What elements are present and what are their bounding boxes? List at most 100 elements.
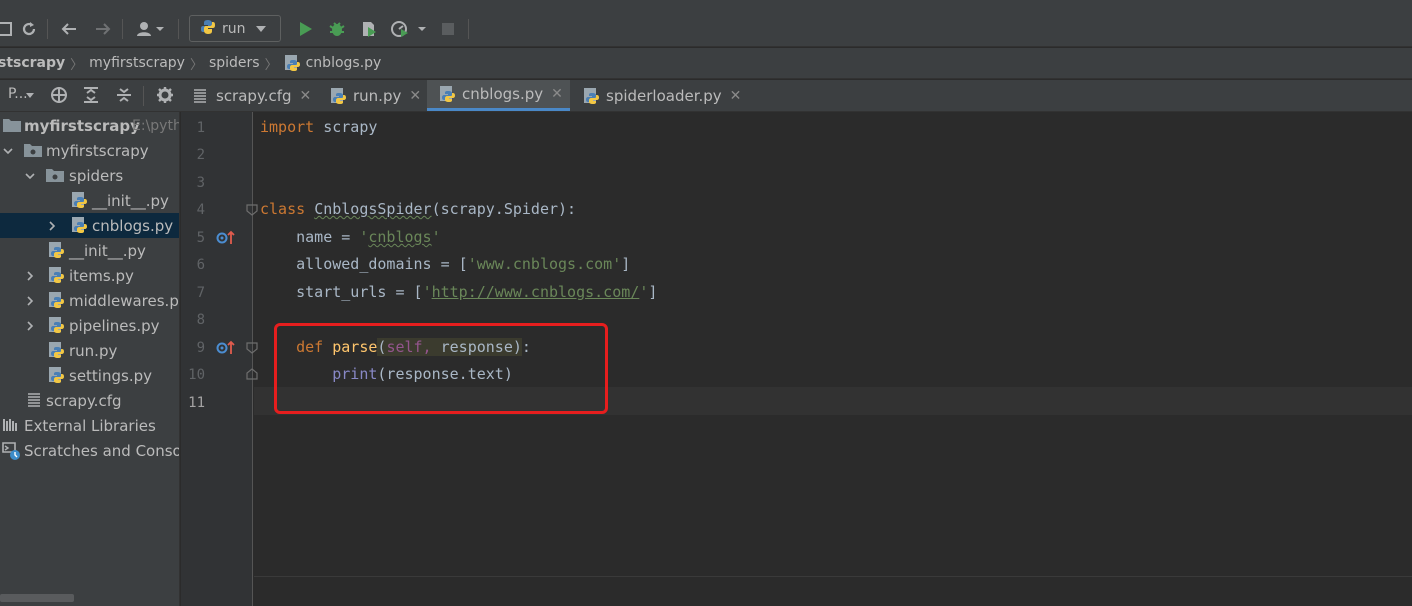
chevron-right-icon[interactable] <box>24 320 36 332</box>
fold-end-icon[interactable] <box>246 368 258 384</box>
tree-item-label: External Libraries <box>24 416 156 435</box>
code-line-5: name = 'cnblogs' <box>260 228 441 246</box>
tree-item-settings[interactable]: settings.py <box>0 363 179 388</box>
back-icon[interactable] <box>58 18 80 40</box>
line-number: 2 <box>196 147 205 163</box>
tree-item-root[interactable]: myfirstscrapy E:\pyth <box>0 113 180 138</box>
debug-icon[interactable] <box>326 18 348 40</box>
line-number: 8 <box>196 312 205 328</box>
gear-icon[interactable] <box>156 86 174 108</box>
code-line-7: start_urls = ['http://www.cnblogs.com/'] <box>260 283 658 301</box>
tree-root-label: myfirstscrapy <box>24 116 140 135</box>
line-number: 11 <box>188 395 205 411</box>
tab-cnblogs-py[interactable]: cnblogs.py ✕ <box>427 80 570 111</box>
toolbar-separator <box>122 19 123 39</box>
tab-scrapy-cfg[interactable]: scrapy.cfg ✕ <box>181 80 317 111</box>
editor-gutter: 1 2 3 4 5 6 7 8 9 10 11 <box>181 112 258 576</box>
tab-spiderloader-py[interactable]: spiderloader.py ✕ <box>571 80 749 111</box>
refresh-icon[interactable] <box>18 18 40 40</box>
tree-item-middlewares[interactable]: middlewares.py <box>0 288 180 313</box>
python-file-icon <box>48 316 66 334</box>
collapse-all-icon[interactable] <box>115 86 133 108</box>
chevron-right-icon[interactable] <box>24 295 36 307</box>
code-line-6: allowed_domains = ['www.cnblogs.com'] <box>260 255 631 273</box>
tree-root-path: E:\pyth <box>132 117 180 134</box>
line-number: 1 <box>196 120 205 136</box>
chevron-right-icon[interactable] <box>24 270 36 282</box>
python-file-icon <box>48 266 66 284</box>
breadcrumb-item-folder[interactable]: spiders <box>209 55 260 71</box>
toolbar-separator <box>468 19 469 39</box>
tree-item-spiders[interactable]: spiders <box>0 163 179 188</box>
chevron-right-icon: 〉 <box>189 57 203 73</box>
package-folder-icon <box>46 167 64 185</box>
tree-item-external-libraries[interactable]: External Libraries <box>0 413 179 438</box>
forward-icon[interactable] <box>92 18 114 40</box>
tree-item-cnblogs[interactable]: cnblogs.py <box>0 213 179 238</box>
fold-icon[interactable] <box>246 204 258 220</box>
horizontal-scrollbar[interactable] <box>0 594 74 602</box>
tab-label: run.py <box>353 86 402 105</box>
chevron-down-icon[interactable] <box>24 170 36 182</box>
run-icon[interactable] <box>294 18 316 40</box>
tree-item-items[interactable]: items.py <box>0 263 179 288</box>
scratch-icon <box>2 441 20 460</box>
tab-label: scrapy.cfg <box>216 86 292 105</box>
editor-tab-bar: P... scrapy.cfg ✕ run.py ✕ cnblogs.py ✕ … <box>0 80 1412 112</box>
chevron-down-icon[interactable] <box>2 145 14 157</box>
line-number: 6 <box>196 257 205 273</box>
override-icon[interactable] <box>216 339 236 359</box>
toolbar-separator <box>178 19 179 39</box>
chevron-right-icon[interactable] <box>46 220 58 232</box>
tree-item-label: __init__.py <box>92 191 169 210</box>
close-icon[interactable]: ✕ <box>300 88 312 104</box>
tree-item-spiders-init[interactable]: __init__.py <box>0 188 179 213</box>
locate-icon[interactable] <box>50 86 68 108</box>
close-icon[interactable]: ✕ <box>551 86 563 102</box>
chevron-down-icon[interactable] <box>26 93 34 98</box>
save-icon[interactable] <box>0 18 16 40</box>
line-number: 3 <box>196 175 205 191</box>
code-line-4: class CnblogsSpider(scrapy.Spider): <box>260 200 577 218</box>
tree-item-package-init[interactable]: __init__.py <box>0 238 179 263</box>
python-icon <box>200 19 216 39</box>
breadcrumb-item-package[interactable]: myfirstscrapy <box>89 55 185 71</box>
tree-item-label: middlewares.py <box>69 291 180 310</box>
fold-icon[interactable] <box>246 342 258 358</box>
python-file-icon <box>71 216 89 234</box>
editor-gutter-bottom <box>181 576 253 606</box>
python-file-icon <box>330 87 348 105</box>
tree-item-pipelines[interactable]: pipelines.py <box>0 313 179 338</box>
project-panel-title[interactable]: P... <box>8 86 28 102</box>
override-icon[interactable] <box>216 229 236 249</box>
line-number: 5 <box>196 230 205 246</box>
tree-item-label: scrapy.cfg <box>46 391 122 410</box>
run-configuration-selector[interactable]: run <box>189 15 281 42</box>
tree-item-label: cnblogs.py <box>92 216 174 235</box>
toolbar-separator <box>143 86 144 106</box>
expand-all-icon[interactable] <box>82 86 100 108</box>
line-number: 7 <box>196 285 205 301</box>
tree-item-scratches[interactable]: Scratches and Consol <box>0 438 179 463</box>
close-icon[interactable]: ✕ <box>730 88 742 104</box>
line-number: 10 <box>188 367 205 383</box>
close-icon[interactable]: ✕ <box>409 88 421 104</box>
tab-label: spiderloader.py <box>606 86 722 105</box>
tree-item-label: items.py <box>69 266 134 285</box>
user-icon[interactable] <box>134 18 168 40</box>
tree-item-myfirstscrapy[interactable]: myfirstscrapy <box>0 138 179 163</box>
library-icon <box>2 417 20 435</box>
cfg-file-icon <box>192 88 208 104</box>
tree-item-scrapy-cfg[interactable]: scrapy.cfg <box>0 388 179 413</box>
tab-run-py[interactable]: run.py ✕ <box>318 80 426 111</box>
editor-bottom-area <box>254 576 1412 606</box>
chevron-right-icon: 〉 <box>70 57 84 73</box>
stop-icon[interactable] <box>437 18 459 40</box>
breadcrumb-item-project[interactable]: stscrapy <box>0 55 65 71</box>
breadcrumb-item-file[interactable]: cnblogs.py <box>306 55 382 71</box>
profile-icon[interactable] <box>390 18 430 40</box>
python-file-icon <box>48 366 66 384</box>
tree-item-run[interactable]: run.py <box>0 338 179 363</box>
line-number: 9 <box>196 340 205 356</box>
coverage-icon[interactable] <box>358 18 380 40</box>
